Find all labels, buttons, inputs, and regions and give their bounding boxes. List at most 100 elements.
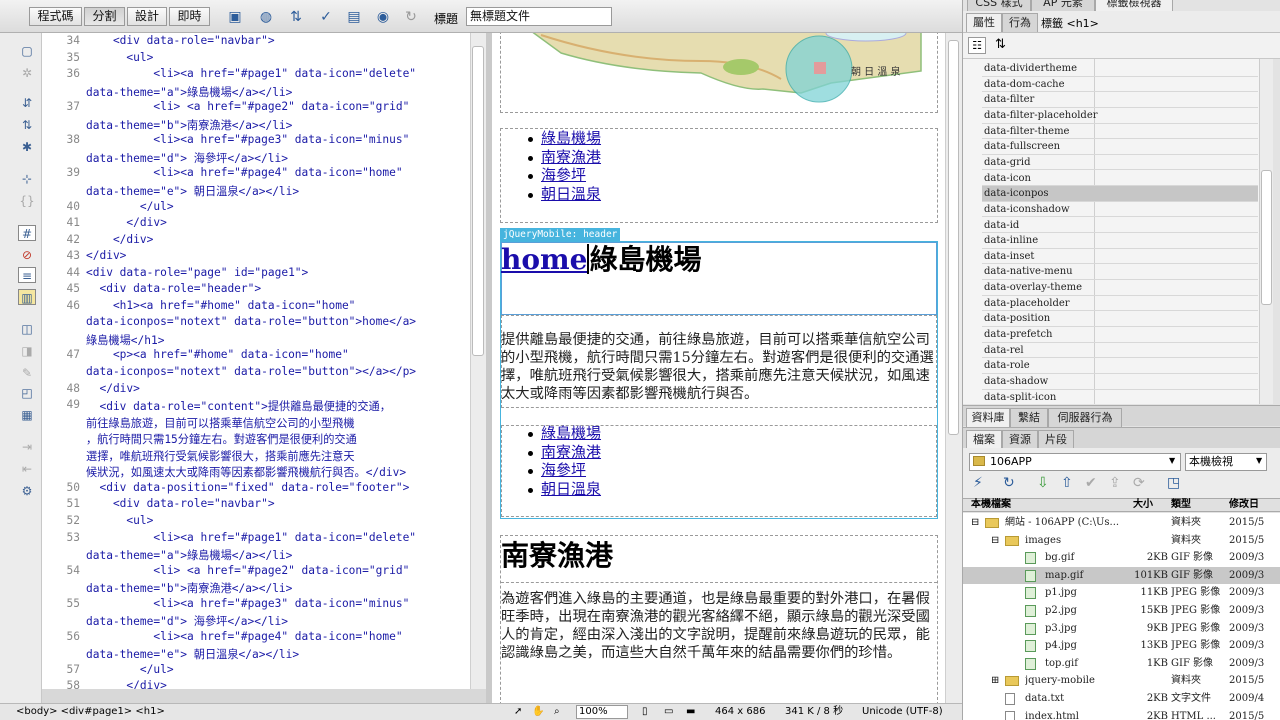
select-parent-tag-icon[interactable]: ⊹	[18, 171, 36, 187]
file-row[interactable]: bg.gif 2KB GIF 影像 2009/3	[963, 549, 1280, 567]
code-line[interactable]: 44 <div data-role="page" id="page1">	[42, 266, 470, 283]
file-row[interactable]: ⊞ jquery-mobile 資料夾 2015/5	[963, 672, 1280, 690]
sort-az-icon[interactable]: ⇅	[995, 37, 1006, 52]
tab-ap-elements[interactable]: AP 元素	[1031, 0, 1095, 11]
expand-icon[interactable]: ⊞	[991, 672, 999, 689]
file-row[interactable]: index.html 2KB HTML ... 2015/5	[963, 708, 1280, 720]
tab-assets[interactable]: 資源	[1002, 430, 1038, 449]
code-line[interactable]: data-theme="a">綠島機場</a></li>	[42, 547, 470, 564]
nav-link[interactable]: 海參坪	[541, 461, 586, 479]
wrap-tag-icon[interactable]: ◰	[18, 385, 36, 401]
desktop-size-icon[interactable]: ▬	[686, 704, 695, 720]
code-line[interactable]: 48 </div>	[42, 382, 470, 399]
category-view-icon[interactable]: ☷	[968, 37, 986, 54]
attribute-row[interactable]: data-filter-placeholder	[982, 108, 1258, 124]
recent-snippets-icon[interactable]: ▦	[18, 407, 36, 423]
site-select[interactable]: 106APP	[969, 453, 1181, 471]
line-numbers-icon[interactable]: #	[18, 225, 36, 241]
code-line[interactable]: data-iconpos="notext" data-role="button"…	[42, 365, 470, 382]
file-management-icon[interactable]: ⇅	[287, 8, 305, 26]
code-line[interactable]: 候狀況，如風速太大或降雨等因素都影響飛機航行與否。</div>	[42, 464, 470, 481]
code-line[interactable]: 41 </div>	[42, 216, 470, 233]
attribute-row[interactable]: data-filter	[982, 92, 1258, 108]
code-line[interactable]: ，航行時間只需15分鐘左右。對遊客們是很便利的交通	[42, 431, 470, 448]
split-view-button[interactable]: 分割	[84, 7, 125, 26]
open-documents-icon[interactable]: ▢	[18, 43, 36, 59]
code-line[interactable]: 40 </ul>	[42, 200, 470, 217]
connect-icon[interactable]: ⚡	[973, 475, 983, 491]
live-view-button[interactable]: 即時	[169, 7, 210, 26]
put-files-icon[interactable]: ⇧	[1061, 475, 1073, 491]
col-size[interactable]: 大小	[1133, 499, 1153, 511]
nav-link[interactable]: 綠島機場	[541, 129, 601, 147]
collapse-selection-icon[interactable]: ⇅	[18, 117, 36, 133]
file-row[interactable]: p3.jpg 9KB JPEG 影像 2009/3	[963, 620, 1280, 638]
nav-link[interactable]: 南寮漁港	[541, 148, 601, 166]
file-row[interactable]: data.txt 2KB 文字文件 2009/4	[963, 690, 1280, 708]
word-wrap-icon[interactable]: ≡	[18, 267, 36, 283]
expand-all-icon[interactable]: ✱	[18, 139, 36, 155]
preview-browser-icon[interactable]: ◍	[257, 8, 275, 26]
file-row[interactable]: map.gif 101KB GIF 影像 2009/3	[963, 566, 1280, 585]
attribute-row[interactable]: data-position	[982, 311, 1258, 327]
collapse-tag-icon[interactable]: ⇵	[18, 95, 36, 111]
multiscreen-icon[interactable]: ▣	[226, 8, 244, 26]
tab-behaviors[interactable]: 行為	[1002, 13, 1038, 32]
file-row[interactable]: p4.jpg 13KB JPEG 影像 2009/3	[963, 637, 1280, 655]
remove-comment-icon[interactable]: ✎	[18, 365, 36, 381]
format-source-icon[interactable]: ⚙	[18, 483, 36, 499]
balance-braces-icon[interactable]: {}	[18, 193, 36, 209]
nav-link[interactable]: 朝日溫泉	[541, 185, 601, 203]
attribute-row[interactable]: data-fullscreen	[982, 139, 1258, 155]
tab-snippets[interactable]: 片段	[1038, 430, 1074, 449]
code-line[interactable]: data-theme="d"> 海參坪</a></li>	[42, 613, 470, 630]
visual-aids-icon[interactable]: ◉	[374, 8, 392, 26]
design-view[interactable]: 朝 日 溫 泉 綠島機場 南寮漁港 海參坪 朝日溫泉 jQueryMobile: he…	[492, 33, 945, 703]
check-browser-icon[interactable]: ▤	[345, 8, 363, 26]
attribute-scrollbar-thumb[interactable]	[1261, 170, 1272, 305]
tag-selector[interactable]: <body> <div#page1> <h1>	[16, 704, 165, 720]
map-image[interactable]: 朝 日 溫 泉	[501, 33, 937, 111]
code-line[interactable]: 42 </div>	[42, 233, 470, 250]
code-line[interactable]: 52 <ul>	[42, 514, 470, 531]
tab-databases[interactable]: 資料庫	[966, 408, 1010, 427]
syntax-error-icon[interactable]: ◫	[18, 321, 36, 337]
window-size[interactable]: 464 x 686	[715, 704, 765, 720]
tab-attributes[interactable]: 屬性	[966, 13, 1002, 32]
code-line[interactable]: 35 <ul>	[42, 51, 470, 68]
code-line[interactable]: data-theme="d"> 海參坪</a></li>	[42, 150, 470, 167]
code-line[interactable]: 56 <li><a href="#page4" data-icon="home"	[42, 630, 470, 647]
code-line[interactable]: 38 <li><a href="#page3" data-icon="minus…	[42, 133, 470, 150]
code-line[interactable]: data-theme="e"> 朝日溫泉</a></li>	[42, 183, 470, 200]
code-line[interactable]: 49 <div data-role="content">提供離島最便捷的交通，	[42, 398, 470, 415]
tab-tag-inspector[interactable]: 標籤檢視器	[1095, 0, 1173, 11]
view-select[interactable]: 本機檢視	[1185, 453, 1267, 471]
code-line[interactable]: 39 <li><a href="#page4" data-icon="home"	[42, 166, 470, 183]
design-scrollbar-thumb[interactable]	[948, 40, 959, 435]
code-line[interactable]: data-theme="b">南寮漁港</a></li>	[42, 117, 470, 134]
tab-bindings[interactable]: 繫結	[1010, 408, 1048, 427]
code-line[interactable]: data-theme="e"> 朝日溫泉</a></li>	[42, 646, 470, 663]
zoom-tool-icon[interactable]: ⌕	[554, 704, 560, 720]
attribute-row[interactable]: data-iconpos	[982, 186, 1258, 202]
code-line[interactable]: 37 <li> <a href="#page2" data-icon="grid…	[42, 100, 470, 117]
attribute-row[interactable]: data-rel	[982, 343, 1258, 359]
code-line[interactable]: 53 <li><a href="#page1" data-icon="delet…	[42, 531, 470, 548]
attribute-row[interactable]: data-split-icon	[982, 390, 1258, 404]
code-line[interactable]: 34 <div data-role="navbar">	[42, 34, 470, 51]
check-out-icon[interactable]: ✔	[1085, 475, 1097, 491]
mobile-size-icon[interactable]: ▯	[642, 704, 648, 720]
attribute-row[interactable]: data-inset	[982, 249, 1258, 265]
attribute-row[interactable]: data-native-menu	[982, 264, 1258, 281]
document-title-input[interactable]: 無標題文件	[466, 7, 612, 26]
code-line[interactable]: 36 <li><a href="#page1" data-icon="delet…	[42, 67, 470, 84]
file-row[interactable]: ⊟ images 資料夾 2015/5	[963, 532, 1280, 550]
code-scrollbar-thumb[interactable]	[472, 46, 484, 356]
attribute-row[interactable]: data-placeholder	[982, 296, 1258, 312]
validate-icon[interactable]: ✓	[317, 8, 335, 26]
attribute-row[interactable]: data-shadow	[982, 374, 1258, 390]
col-type[interactable]: 類型	[1171, 499, 1191, 511]
collapse-icon[interactable]: ⊟	[991, 532, 999, 549]
tab-files[interactable]: 檔案	[966, 430, 1002, 449]
home-link[interactable]: home	[501, 243, 587, 276]
